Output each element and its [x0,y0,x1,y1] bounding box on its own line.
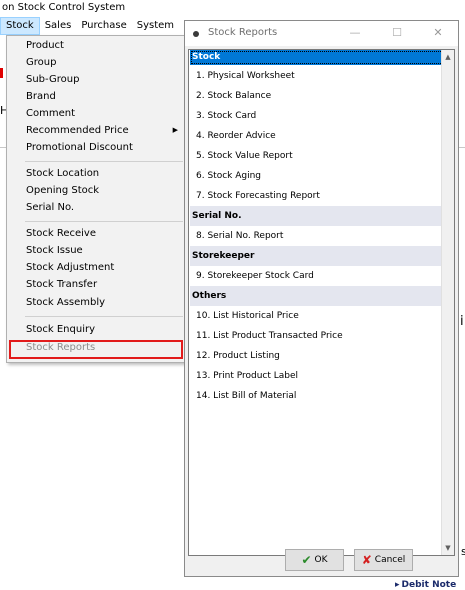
list-item[interactable]: 14. List Bill of Material [190,386,444,406]
menu-item-sub-group[interactable]: Sub-Group [8,71,186,88]
list-item[interactable]: 1. Physical Worksheet [190,66,444,86]
menu-item-stock-location[interactable]: Stock Location [8,165,186,182]
list-item[interactable]: 8. Serial No. Report [190,226,444,246]
stock-reports-dialog: Stock Reports — ☐ ✕ Stock 1. Physical Wo… [184,20,459,577]
list-header-others[interactable]: Others [190,286,444,306]
background-red-marker [0,68,3,78]
list-item[interactable]: 6. Stock Aging [190,166,444,186]
vertical-scrollbar[interactable]: ▲ ▼ [441,50,454,555]
list-item[interactable]: 2. Stock Balance [190,86,444,106]
list-item[interactable]: 9. Storekeeper Stock Card [190,266,444,286]
menu-item-stock-receive[interactable]: Stock Receive [8,225,186,242]
cancel-button[interactable]: ✘ Cancel [354,549,413,571]
menu-item-stock-adjustment[interactable]: Stock Adjustment [8,259,186,276]
menu-separator [25,221,183,222]
menu-item-label: Recommended Price [26,125,129,136]
menu-item-stock-enquiry[interactable]: Stock Enquiry [8,321,186,338]
app-icon [193,31,199,37]
minimize-icon[interactable]: — [340,25,370,41]
menu-separator [25,316,183,317]
stock-dropdown-menu: Product Group Sub-Group Brand Comment Re… [6,35,188,363]
menu-item-product[interactable]: Product [8,37,186,54]
cancel-button-label: Cancel [374,555,406,565]
menu-sales[interactable]: Sales [40,17,77,35]
menu-item-stock-assembly[interactable]: Stock Assembly [8,294,186,311]
list-item[interactable]: 3. Stock Card [190,106,444,126]
check-icon: ✔ [301,553,312,567]
menu-item-stock-issue[interactable]: Stock Issue [8,242,186,259]
list-item[interactable]: 11. List Product Transacted Price [190,326,444,346]
menu-item-recommended-price[interactable]: Recommended Price ▶ [8,122,186,139]
menu-item-comment[interactable]: Comment [8,105,186,122]
menu-item-promotional-discount[interactable]: Promotional Discount [8,139,186,156]
list-item[interactable]: 7. Stock Forecasting Report [190,186,444,206]
dialog-title: Stock Reports [208,27,278,38]
menu-system[interactable]: System [132,17,179,35]
ok-button[interactable]: ✔ OK [285,549,344,571]
list-header-storekeeper[interactable]: Storekeeper [190,246,444,266]
list-header-stock[interactable]: Stock [190,50,444,65]
menu-item-serial-no[interactable]: Serial No. [8,199,186,216]
highlight-box [9,340,183,359]
close-icon[interactable]: ✕ [423,25,453,41]
report-listbox[interactable]: Stock 1. Physical Worksheet 2. Stock Bal… [188,49,455,556]
app-title: on Stock Control System [2,2,126,13]
menu-item-brand[interactable]: Brand [8,88,186,105]
list-item[interactable]: 13. Print Product Label [190,366,444,386]
background-fragment-s: s [461,545,465,558]
list-item[interactable]: 12. Product Listing [190,346,444,366]
chevron-down-icon[interactable]: ▼ [442,541,454,555]
maximize-icon[interactable]: ☐ [382,25,412,41]
menu-stock[interactable]: Stock [0,17,40,35]
list-item[interactable]: 10. List Historical Price [190,306,444,326]
background-fragment-i: i [460,314,464,329]
background-divider-right [459,147,465,148]
chevron-up-icon[interactable]: ▲ [442,50,454,64]
list-item[interactable]: 4. Reorder Advice [190,126,444,146]
chevron-right-icon: ▶ [172,126,178,134]
menu-item-stock-transfer[interactable]: Stock Transfer [8,276,186,293]
ok-button-label: OK [314,555,328,565]
list-item[interactable]: 5. Stock Value Report [190,146,444,166]
dialog-title-bar: Stock Reports — ☐ ✕ [185,21,458,46]
list-header-serial-no[interactable]: Serial No. [190,206,444,226]
menu-item-opening-stock[interactable]: Opening Stock [8,182,186,199]
x-icon: ✘ [361,553,372,567]
menu-separator [25,161,183,162]
menu-item-group[interactable]: Group [8,54,186,71]
menu-purchase[interactable]: Purchase [76,17,131,35]
